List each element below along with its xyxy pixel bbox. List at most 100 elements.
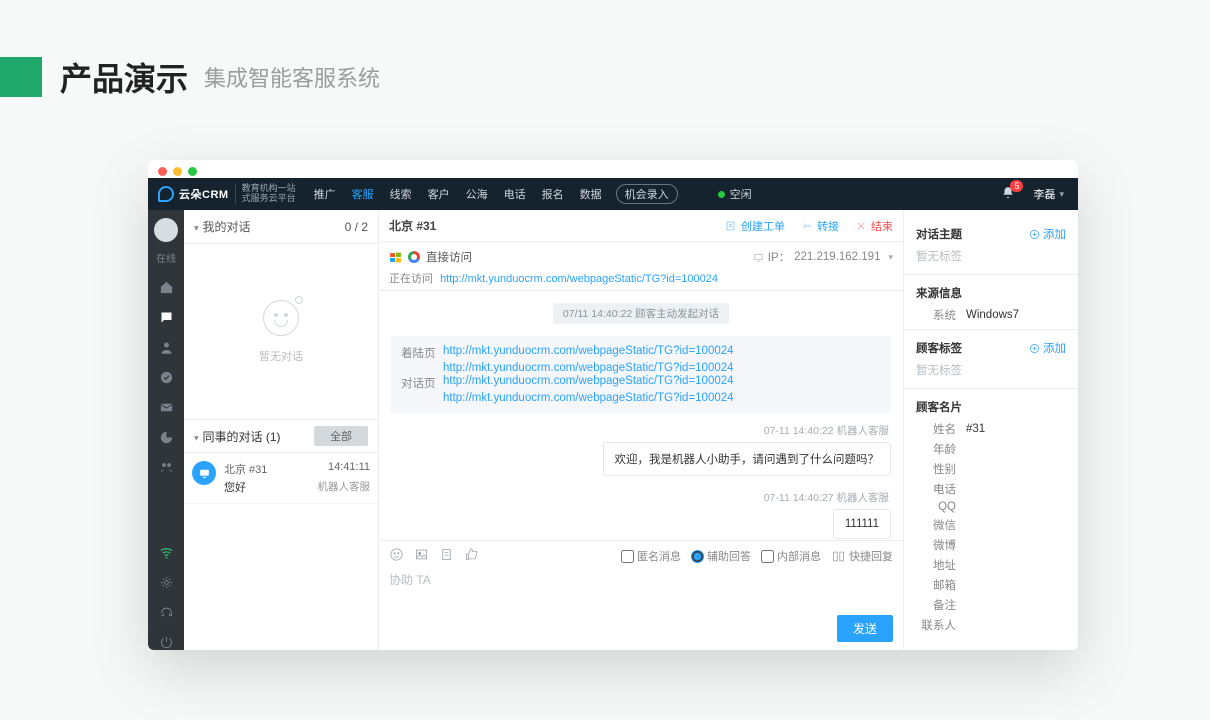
message-input[interactable]: 协助 TA [389, 571, 893, 589]
chat-icon[interactable] [158, 309, 174, 325]
bot-message: 欢迎，我是机器人小助手，请问遇到了什么问题吗？ [603, 442, 892, 476]
chatpage-url-2[interactable]: http://mkt.yunduocrm.com/webpageStatic/T… [443, 392, 734, 404]
chat-title: 北京 #31 [389, 217, 436, 234]
user-icon[interactable] [158, 339, 174, 355]
mail-icon[interactable] [158, 399, 174, 415]
attachment-icon[interactable] [439, 547, 454, 565]
top-nav: 云朵CRM 教育机构一站式服务云平台 推广 客服 线索 客户 公海 电话 报名 … [148, 178, 1078, 210]
nav-sea[interactable]: 公海 [466, 186, 488, 202]
field-contact-label: 联系人 [916, 617, 956, 633]
add-tag-button[interactable]: 添加 [1029, 340, 1066, 356]
my-conversations-count: 0 / 2 [345, 220, 368, 234]
end-button[interactable]: 结束 [855, 218, 893, 234]
wifi-icon[interactable] [158, 544, 174, 560]
side-rail: 在线 [148, 210, 184, 650]
user-menu[interactable]: 李磊 [1033, 186, 1064, 202]
field-name-value: #31 [966, 423, 985, 435]
system-value: Windows7 [966, 309, 1019, 321]
field-gender-label: 性别 [916, 461, 956, 477]
card-heading: 顾客名片 [916, 399, 962, 415]
app-window: 云朵CRM 教育机构一站式服务云平台 推广 客服 线索 客户 公海 电话 报名 … [148, 160, 1078, 650]
agent-status[interactable]: 空闲 [718, 186, 752, 202]
titlebar [148, 160, 1078, 178]
nav-signup[interactable]: 报名 [542, 186, 564, 202]
nav-phone[interactable]: 电话 [504, 186, 526, 202]
field-phone-label: 电话 [916, 481, 956, 497]
filter-all-button[interactable]: 全部 [314, 426, 368, 446]
like-icon[interactable] [464, 547, 479, 565]
conversation-panel: 我的对话 0 / 2 暂无对话 同事的对话 (1) 全部 北京 #3114:41… [184, 210, 379, 650]
conv-title: 北京 #31 [224, 461, 267, 477]
nav-customers[interactable]: 客户 [428, 186, 450, 202]
field-name-label: 姓名 [916, 421, 956, 437]
landing-url-2[interactable]: http://mkt.yunduocrm.com/webpageStatic/T… [443, 362, 734, 374]
new-opportunity-button[interactable]: 机会录入 [616, 184, 678, 204]
power-icon[interactable] [158, 634, 174, 650]
topic-empty: 暂无标签 [916, 248, 1066, 264]
my-conversations-header[interactable]: 我的对话 0 / 2 [184, 210, 378, 244]
anon-checkbox[interactable]: 匿名消息 [621, 548, 681, 564]
brand[interactable]: 云朵CRM 教育机构一站式服务云平台 [158, 184, 296, 204]
composer: 匿名消息 辅助回答 内部消息 快捷回复 协助 TA 发送 [379, 540, 903, 650]
notifications-button[interactable]: 5 [1001, 186, 1015, 203]
source-heading: 来源信息 [916, 285, 962, 301]
nav-data[interactable]: 数据 [580, 186, 602, 202]
image-icon[interactable] [414, 547, 429, 565]
field-remark-label: 备注 [916, 597, 956, 613]
field-email-label: 邮箱 [916, 577, 956, 593]
field-qq-label: QQ [916, 501, 956, 513]
internal-checkbox[interactable]: 内部消息 [761, 548, 821, 564]
maximize-icon[interactable] [188, 167, 197, 176]
field-addr-label: 地址 [916, 557, 956, 573]
nav-items: 推广 客服 线索 客户 公海 电话 报名 数据 [314, 186, 602, 202]
chat-subheader: 直接访问 IP：221.219.162.191 正在访问 http://mkt.… [379, 242, 903, 291]
bot-message: 111111 [833, 509, 891, 539]
message-timestamp: 07-11 14:40:27 机器人客服 [393, 490, 889, 505]
peer-conversations-header[interactable]: 同事的对话 (1) 全部 [184, 419, 378, 453]
emoji-icon[interactable] [389, 547, 404, 565]
chatpage-url[interactable]: http://mkt.yunduocrm.com/webpageStatic/T… [443, 375, 734, 391]
nav-promo[interactable]: 推广 [314, 186, 336, 202]
send-button[interactable]: 发送 [837, 615, 893, 642]
home-icon[interactable] [158, 279, 174, 295]
add-topic-button[interactable]: 添加 [1029, 226, 1066, 242]
windows-icon [389, 251, 402, 264]
visit-direct: 直接访问 [426, 249, 472, 265]
visiting-url[interactable]: http://mkt.yunduocrm.com/webpageStatic/T… [440, 273, 718, 285]
conv-preview: 您好 [224, 479, 246, 495]
transfer-button[interactable]: 转接 [801, 218, 839, 234]
slide-title: 产品演示 [60, 54, 188, 100]
logo-icon [158, 186, 174, 202]
assist-radio[interactable]: 辅助回答 [691, 548, 751, 564]
message-timestamp: 07-11 14:40:22 机器人客服 [393, 423, 889, 438]
chat-header: 北京 #31 创建工单 转接 结束 [379, 210, 903, 242]
headset-icon[interactable] [158, 604, 174, 620]
my-conversations-label: 我的对话 [194, 218, 251, 235]
field-wechat-label: 微信 [916, 517, 956, 533]
channel-icon [192, 461, 216, 485]
nav-service[interactable]: 客服 [352, 186, 374, 202]
minimize-icon[interactable] [173, 167, 182, 176]
gear-icon[interactable] [158, 574, 174, 590]
create-ticket-button[interactable]: 创建工单 [725, 218, 785, 234]
nav-leads[interactable]: 线索 [390, 186, 412, 202]
close-icon[interactable] [158, 167, 167, 176]
tags-empty: 暂无标签 [916, 362, 1066, 378]
peer-conversations-label: 同事的对话 (1) [194, 428, 281, 445]
tags-heading: 顾客标签 [916, 340, 962, 356]
visiting-label: 正在访问 [389, 273, 433, 285]
landing-url[interactable]: http://mkt.yunduocrm.com/webpageStatic/T… [443, 345, 734, 361]
info-panel: 对话主题 添加 暂无标签 来源信息 系统Windows7 顾客标签 添加 暂无标… [903, 210, 1078, 650]
chart-icon[interactable] [158, 429, 174, 445]
rail-status: 在线 [156, 250, 176, 265]
quick-reply-button[interactable]: 快捷回复 [831, 548, 893, 564]
chat-messages[interactable]: 07/11 14:40:22 顾客主动发起对话 着陆页http://mkt.yu… [379, 291, 903, 540]
conversation-item[interactable]: 北京 #3114:41:11 您好机器人客服 [184, 453, 378, 504]
avatar[interactable] [154, 218, 178, 242]
chrome-icon [408, 251, 420, 263]
group-icon[interactable] [158, 459, 174, 475]
field-weibo-label: 微博 [916, 537, 956, 553]
check-icon[interactable] [158, 369, 174, 385]
status-dot-icon [718, 191, 725, 198]
visitor-ip[interactable]: IP：221.219.162.191 [753, 249, 893, 265]
